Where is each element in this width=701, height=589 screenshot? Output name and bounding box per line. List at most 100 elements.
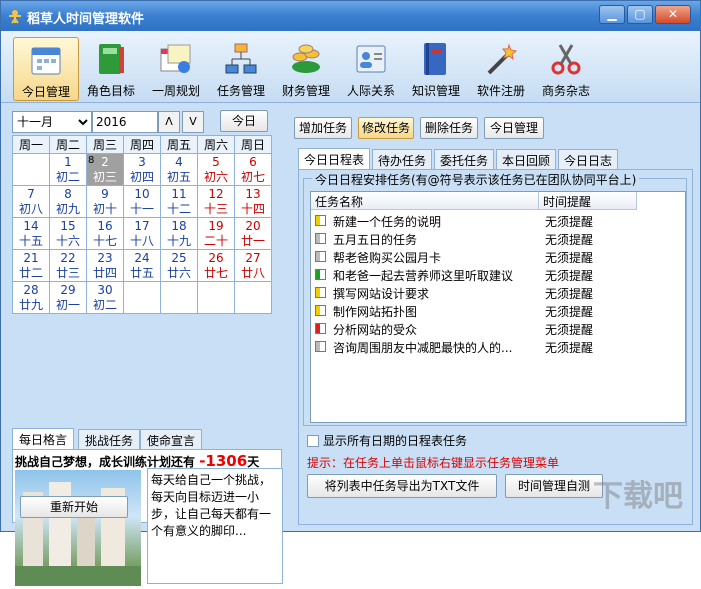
column-header-task-name[interactable]: 任务名称 xyxy=(311,192,539,210)
calendar-day-cell[interactable]: 8 2 初三 xyxy=(86,153,124,186)
calendar-day-cell[interactable]: 10 十一 xyxy=(123,185,161,218)
today-manage-button[interactable]: 今日管理 xyxy=(484,117,544,139)
tab-delegated[interactable]: 委托任务 xyxy=(434,149,495,169)
calendar-day-cell[interactable]: 14 十五 xyxy=(12,217,50,250)
calendar-day-cell[interactable]: 21 廿二 xyxy=(12,249,50,282)
calendar-day-cell[interactable]: 15 十六 xyxy=(49,217,87,250)
calendar-day-cell[interactable]: 3 初四 xyxy=(123,153,161,186)
tab-daily-motto[interactable]: 每日格言 xyxy=(12,428,75,449)
tab-today-log[interactable]: 今日日志 xyxy=(558,149,619,169)
restart-button[interactable]: 重新开始 xyxy=(20,496,128,518)
toolbar-button-3[interactable]: 任务管理 xyxy=(208,37,274,101)
task-reminder: 无须提醒 xyxy=(545,323,594,337)
calendar-day-cell[interactable]: 16 十七 xyxy=(86,217,124,250)
calendar-day-cell[interactable]: 19 二十 xyxy=(197,217,235,250)
toolbar-button-label: 财务管理 xyxy=(281,84,330,98)
delete-task-button[interactable]: 删除任务 xyxy=(420,117,478,139)
title-bar[interactable]: 稻草人时间管理软件 ▁ ▢ ✕ xyxy=(1,1,700,31)
day-number: 9 xyxy=(101,187,109,201)
close-button[interactable]: ✕ xyxy=(655,5,691,24)
calendar-day-cell[interactable]: 30 初二 xyxy=(86,281,124,314)
calendar-day-cell[interactable]: 29 初一 xyxy=(49,281,87,314)
task-list[interactable]: 任务名称 时间提醒 新建一个任务的说明 无须提醒 五月五日的任务 无须提醒 帮老爸购买公… xyxy=(310,191,686,423)
lunar-date: 廿二 xyxy=(18,266,43,280)
calendar-day-cell xyxy=(160,281,198,314)
toolbar-button-2[interactable]: 一周规划 xyxy=(143,37,209,101)
show-all-checkbox[interactable]: 显示所有日期的日程表任务 xyxy=(307,432,467,449)
table-row[interactable]: 撰写网站设计要求 无须提醒 xyxy=(311,284,681,302)
calendar-day-cell[interactable]: 9 初十 xyxy=(86,185,124,218)
checkbox-box[interactable] xyxy=(307,435,319,447)
calendar-day-cell[interactable]: 28 廿九 xyxy=(12,281,50,314)
task-color-marker xyxy=(315,287,326,298)
lunar-date: 廿九 xyxy=(18,298,43,312)
calendar-day-cell[interactable]: 23 廿四 xyxy=(86,249,124,282)
tab-today-schedule[interactable]: 今日日程表 xyxy=(298,148,371,169)
table-row[interactable]: 分析网站的受众 无须提醒 xyxy=(311,320,681,338)
table-row[interactable]: 制作网站拓扑图 无须提醒 xyxy=(311,302,681,320)
year-down-button[interactable]: ᐯ xyxy=(182,111,204,133)
table-row[interactable]: 咨询周围朋友中减肥最快的人的... 无须提醒 xyxy=(311,338,681,356)
today-button[interactable]: 今日 xyxy=(220,110,268,132)
tab-mission-statement[interactable]: 使命宣言 xyxy=(140,429,203,449)
calendar-day-cell[interactable]: 7 初八 xyxy=(12,185,50,218)
add-task-button[interactable]: 增加任务 xyxy=(294,117,352,139)
weekday-header: 周一 xyxy=(12,135,50,154)
task-reminder: 无须提醒 xyxy=(545,341,594,355)
calendar-day-cell[interactable]: 1 初二 xyxy=(49,153,87,186)
toolbar-button-7[interactable]: 软件注册 xyxy=(468,37,534,101)
lunar-date: 初四 xyxy=(129,170,154,184)
calendar-day-cell[interactable]: 8 初九 xyxy=(49,185,87,218)
day-number: 29 xyxy=(60,283,76,297)
calendar-day-cell[interactable]: 11 十二 xyxy=(160,185,198,218)
toolbar-button-5[interactable]: 人际关系 xyxy=(338,37,404,101)
calendar-day-cell[interactable]: 18 十九 xyxy=(160,217,198,250)
toolbar-button-8[interactable]: 商务杂志 xyxy=(533,37,599,101)
calendar-day-cell[interactable]: 17 十八 xyxy=(123,217,161,250)
calendar-day-cell[interactable]: 20 廿一 xyxy=(234,217,272,250)
toolbar-button-1[interactable]: 角色目标 xyxy=(78,37,144,101)
minimize-button[interactable]: ▁ xyxy=(599,5,625,24)
building-illustration xyxy=(15,482,141,586)
calendar-day-cell[interactable]: 27 廿八 xyxy=(234,249,272,282)
calendar-day-cell[interactable]: 25 廿六 xyxy=(160,249,198,282)
calendar-day-cell[interactable]: 12 十三 xyxy=(197,185,235,218)
column-header-reminder[interactable]: 时间提醒 xyxy=(539,192,637,210)
main-toolbar: 今日管理 角色目标 一周规划 任务管理 财务管理 人际关系 知识管理 软件注册 商务杂志 xyxy=(1,31,700,103)
table-row[interactable]: 新建一个任务的说明 无须提醒 xyxy=(311,212,681,230)
calendar-day-cell[interactable]: 13 十四 xyxy=(234,185,272,218)
day-number: 13 xyxy=(245,187,261,201)
schedule-group: 今日日程安排任务(有@符号表示该任务已在团队协同平台上) 任务名称 时间提醒 新… xyxy=(303,171,687,426)
calendar-day-cell[interactable]: 22 廿三 xyxy=(49,249,87,282)
maximize-button[interactable]: ▢ xyxy=(627,5,653,24)
lunar-date: 二十 xyxy=(203,234,228,248)
calendar-day-cell[interactable]: 4 初五 xyxy=(160,153,198,186)
toolbar-button-0[interactable]: 今日管理 xyxy=(13,37,79,101)
edit-task-button[interactable]: 修改任务 xyxy=(358,117,414,139)
tab-challenge-task[interactable]: 挑战任务 xyxy=(78,429,141,449)
toolbar-button-4[interactable]: 财务管理 xyxy=(273,37,339,101)
task-name: 和老爸一起去营养师这里听取建议 xyxy=(333,269,514,283)
tab-daily-review[interactable]: 本日回顾 xyxy=(496,149,557,169)
month-select[interactable]: 十一月 xyxy=(12,111,92,133)
weekday-header: 周二 xyxy=(49,135,87,154)
day-number: 4 xyxy=(175,155,183,169)
tab-todo[interactable]: 待办任务 xyxy=(372,149,433,169)
lunar-date: 十六 xyxy=(55,234,80,248)
table-row[interactable]: 五月五日的任务 无须提醒 xyxy=(311,230,681,248)
self-test-button[interactable]: 时间管理自测 xyxy=(505,474,603,498)
calendar-day-cell[interactable]: 26 廿七 xyxy=(197,249,235,282)
task-name: 五月五日的任务 xyxy=(333,233,418,247)
year-input[interactable] xyxy=(92,111,158,133)
export-txt-button[interactable]: 将列表中任务导出为TXT文件 xyxy=(307,474,497,498)
table-row[interactable]: 帮老爸购买公园月卡 无须提醒 xyxy=(311,248,681,266)
toolbar-button-6[interactable]: 知识管理 xyxy=(403,37,469,101)
calendar-day-cell[interactable]: 24 廿五 xyxy=(123,249,161,282)
calendar-day-cell xyxy=(234,281,272,314)
calendar-day-cell[interactable]: 6 初七 xyxy=(234,153,272,186)
year-up-button[interactable]: ᐱ xyxy=(158,111,180,133)
calendar-day-cell[interactable]: 5 初六 xyxy=(197,153,235,186)
table-row[interactable]: 和老爸一起去营养师这里听取建议 无须提醒 xyxy=(311,266,681,284)
weekday-header: 周五 xyxy=(160,135,198,154)
lunar-date: 廿四 xyxy=(92,266,117,280)
